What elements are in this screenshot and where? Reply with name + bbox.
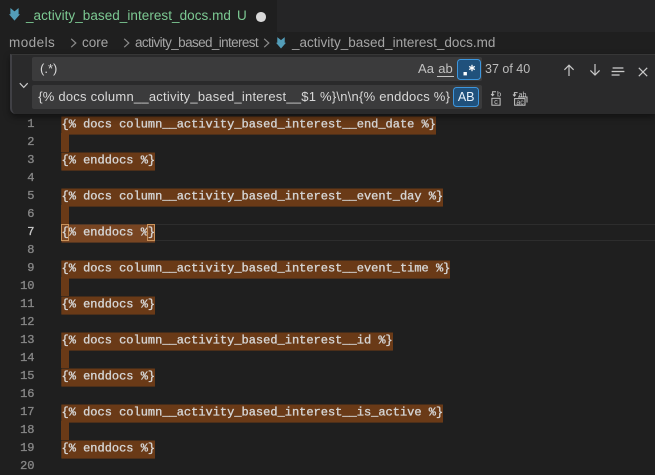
svg-text:ac: ac (516, 99, 524, 106)
svg-text:c: c (494, 97, 498, 106)
svg-text:ab: ab (519, 92, 527, 99)
